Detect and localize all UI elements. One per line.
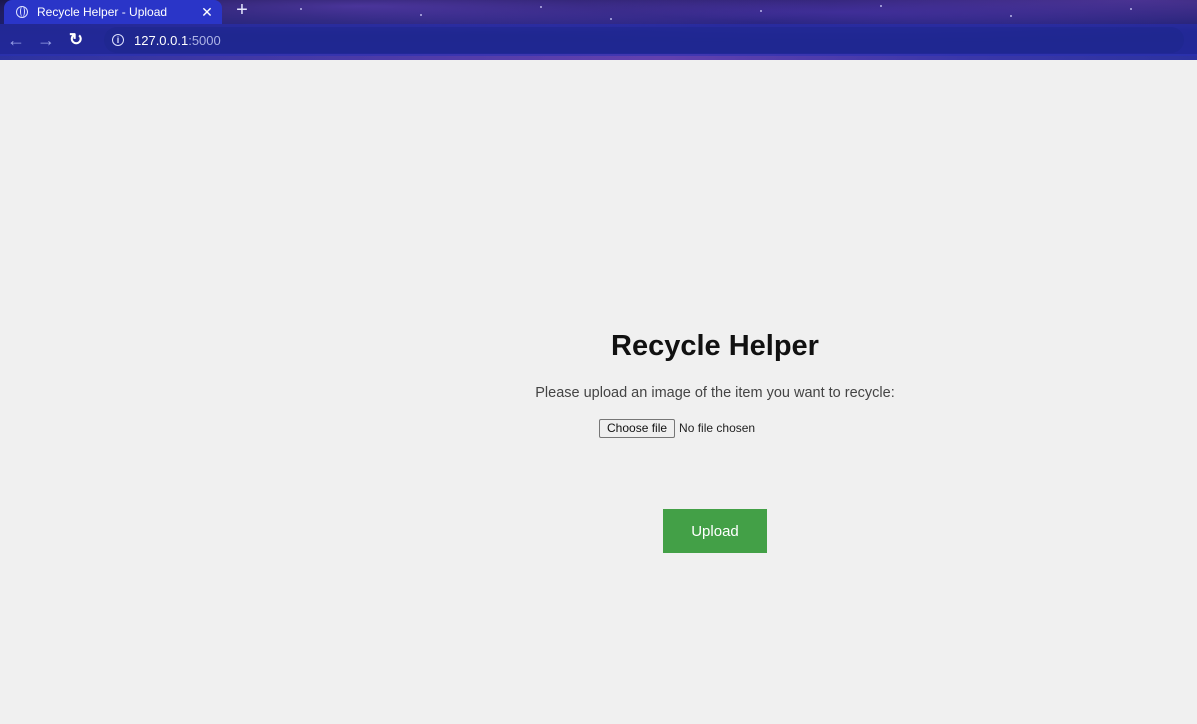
upload-button[interactable]: Upload (663, 509, 767, 553)
close-icon[interactable]: ✕ (198, 4, 216, 21)
info-icon[interactable]: i (112, 34, 124, 46)
arrow-right-icon[interactable]: → (34, 28, 58, 52)
arrow-left-icon[interactable]: ← (4, 28, 28, 52)
upload-form: Recycle Helper Please upload an image of… (0, 60, 1197, 724)
url-port: :5000 (188, 32, 221, 48)
reload-icon[interactable]: ↻ (64, 28, 88, 52)
browser-chrome: Recycle Helper - Upload ✕ + ← → ↻ i 127.… (0, 0, 1197, 60)
browser-toolbar: ← → ↻ i 127.0.0.1:5000 (0, 24, 1197, 56)
page-content: Recycle Helper Please upload an image of… (0, 60, 1197, 724)
globe-icon (16, 6, 28, 18)
tab-strip: Recycle Helper - Upload ✕ + (0, 0, 1197, 24)
address-bar[interactable]: i 127.0.0.1:5000 (104, 27, 1184, 53)
tab-title: Recycle Helper - Upload (37, 5, 168, 19)
file-status: No file chosen (679, 421, 756, 435)
url-host: 127.0.0.1 (134, 32, 189, 48)
choose-file-button[interactable]: Choose file (599, 418, 676, 438)
browser-window: Recycle Helper - Upload ✕ + ← → ↻ i 127.… (0, 0, 1197, 724)
page-title: Recycle Helper (611, 330, 819, 362)
upload-prompt: Please upload an image of the item you w… (535, 385, 895, 401)
file-input[interactable]: Choose file No file chosen (599, 418, 755, 438)
tab-recycle-helper[interactable]: Recycle Helper - Upload ✕ (4, 0, 222, 24)
new-tab-button[interactable]: + (232, 0, 252, 22)
